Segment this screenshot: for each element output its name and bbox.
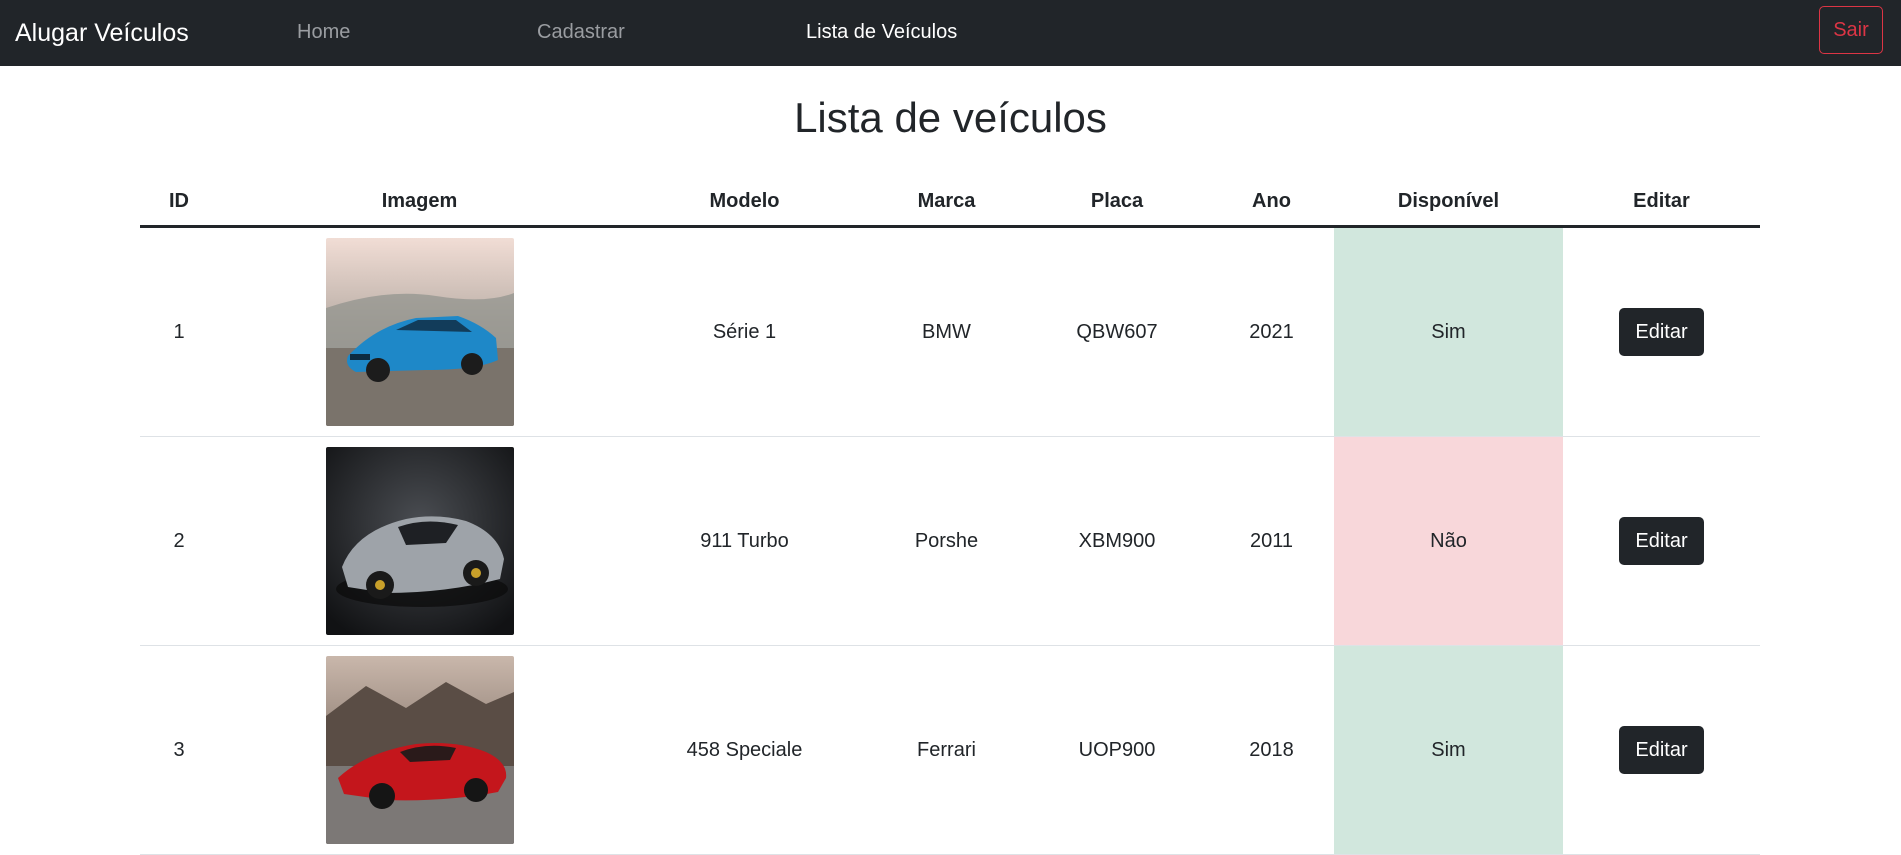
edit-button[interactable]: Editar — [1619, 517, 1704, 565]
column-header-ano: Ano — [1209, 178, 1334, 228]
cell-plate: QBW607 — [1025, 226, 1209, 437]
column-header-modelo: Modelo — [621, 178, 868, 228]
cell-brand: Ferrari — [868, 645, 1025, 855]
car-image — [325, 238, 514, 426]
column-header-placa: Placa — [1025, 178, 1209, 228]
vehicles-table: ID Imagem Modelo Marca Placa Ano Disponí… — [140, 178, 1760, 855]
cell-model: Série 1 — [621, 226, 868, 437]
cell-year: 2018 — [1209, 645, 1334, 855]
cell-image — [218, 645, 621, 855]
table-row: 3 458 Speciale Ferrari UOP900 2018 Sim E… — [140, 645, 1760, 855]
cell-brand: Porshe — [868, 436, 1025, 646]
cell-id: 3 — [140, 645, 218, 855]
cell-year: 2021 — [1209, 226, 1334, 437]
column-header-marca: Marca — [868, 178, 1025, 228]
cell-available: Sim — [1334, 645, 1563, 855]
cell-id: 1 — [140, 226, 218, 437]
column-header-disponivel: Disponível — [1334, 178, 1563, 228]
table-row: 2 911 Turbo Porshe XBM900 2011 Não Edita… — [140, 436, 1760, 646]
cell-plate: UOP900 — [1025, 645, 1209, 855]
table-row: 1 Série 1 BMW QBW607 2021 Sim Editar — [140, 226, 1760, 437]
car-image — [325, 656, 514, 844]
car-image — [325, 447, 514, 635]
logout-button[interactable]: Sair — [1819, 6, 1883, 54]
table-header-row: ID Imagem Modelo Marca Placa Ano Disponí… — [140, 178, 1760, 228]
cell-edit: Editar — [1563, 436, 1760, 646]
cell-year: 2011 — [1209, 436, 1334, 646]
navbar: Alugar Veículos Home Cadastrar Lista de … — [0, 0, 1901, 66]
page-title: Lista de veículos — [794, 94, 1107, 141]
column-header-imagem: Imagem — [218, 178, 621, 228]
cell-id: 2 — [140, 436, 218, 646]
edit-button[interactable]: Editar — [1619, 308, 1704, 356]
nav-link-home[interactable]: Home — [297, 0, 350, 66]
nav-link-cadastrar[interactable]: Cadastrar — [537, 0, 625, 66]
cell-available: Não — [1334, 436, 1563, 646]
column-header-id: ID — [140, 178, 218, 228]
cell-edit: Editar — [1563, 226, 1760, 437]
cell-brand: BMW — [868, 226, 1025, 437]
column-header-editar: Editar — [1563, 178, 1760, 228]
cell-model: 458 Speciale — [621, 645, 868, 855]
edit-button[interactable]: Editar — [1619, 726, 1704, 774]
cell-image — [218, 436, 621, 646]
nav-link-lista-veiculos[interactable]: Lista de Veículos — [806, 0, 957, 66]
cell-plate: XBM900 — [1025, 436, 1209, 646]
brand-title[interactable]: Alugar Veículos — [15, 0, 189, 66]
cell-edit: Editar — [1563, 645, 1760, 855]
cell-available: Sim — [1334, 226, 1563, 437]
cell-image — [218, 226, 621, 437]
cell-model: 911 Turbo — [621, 436, 868, 646]
